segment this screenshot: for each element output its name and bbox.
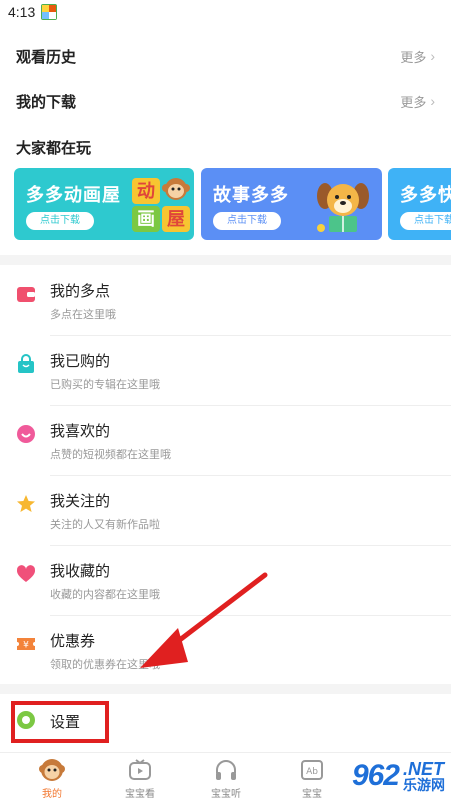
section-divider bbox=[0, 684, 451, 694]
heart-icon bbox=[16, 564, 36, 584]
shopping-bag-icon bbox=[16, 354, 36, 374]
menu-my-points[interactable]: 我的多点 多点在这里哦 bbox=[0, 266, 451, 336]
menu-subtitle: 点赞的短视频都在这里哦 bbox=[50, 449, 171, 461]
menu-subtitle: 多点在这里哦 bbox=[50, 309, 116, 321]
cartoon-tile-1: 动 bbox=[132, 178, 160, 204]
menu-subtitle: 领取的优惠券在这里哦 bbox=[50, 659, 160, 671]
tab-baby-watch[interactable]: 宝宝看 bbox=[110, 757, 170, 801]
menu-title: 我关注的 bbox=[50, 493, 111, 510]
puppy-reading-icon bbox=[311, 178, 375, 236]
status-time: 4:13 bbox=[8, 4, 36, 20]
svg-text:¥: ¥ bbox=[23, 641, 29, 651]
menu-purchased[interactable]: 我已购的 已购买的专辑在这里哦 bbox=[0, 336, 451, 406]
menu-title: 我的多点 bbox=[50, 283, 111, 300]
menu-title: 我已购的 bbox=[50, 353, 111, 370]
menu-coupons[interactable]: ¥ 优惠券 领取的优惠券在这里哦 bbox=[0, 616, 451, 686]
history-more-label: 更多 bbox=[400, 49, 427, 65]
menu-liked[interactable]: 我喜欢的 点赞的短视频都在这里哦 bbox=[0, 406, 451, 476]
downloads-row[interactable]: 我的下载 更多 › bbox=[0, 79, 451, 123]
menu-favorites[interactable]: 我收藏的 收藏的内容都在这里哦 bbox=[0, 546, 451, 616]
tab-baby-learn[interactable]: Ab 宝宝 bbox=[282, 757, 342, 801]
site-watermark: 962 .NET 乐游网 bbox=[352, 752, 445, 800]
downloads-more-link[interactable]: 更多 › bbox=[400, 92, 435, 111]
smile-icon bbox=[16, 424, 36, 444]
everyone-plays-title: 大家都在玩 bbox=[16, 139, 92, 157]
everyone-plays-row: 大家都在玩 bbox=[0, 125, 451, 169]
banner-download-button[interactable]: 点击下载 bbox=[26, 212, 94, 230]
menu-subtitle: 关注的人又有新作品啦 bbox=[50, 519, 160, 531]
watermark-right: .NET 乐游网 bbox=[403, 760, 445, 792]
monkey-icon bbox=[39, 757, 65, 783]
star-icon bbox=[16, 494, 36, 514]
app-banner-carousel[interactable]: 多多动画屋 点击下载 动 画 屋 故事多多 点击下载 多多快 点击下载 bbox=[14, 168, 451, 240]
annotation-highlight-box bbox=[11, 701, 109, 743]
chevron-right-icon: › bbox=[430, 48, 435, 64]
menu-title: 我喜欢的 bbox=[50, 423, 111, 440]
menu-subtitle: 收藏的内容都在这里哦 bbox=[50, 589, 160, 601]
svg-text:Ab: Ab bbox=[306, 767, 318, 777]
watermark-net: .NET bbox=[403, 759, 445, 779]
wallet-icon bbox=[16, 284, 36, 304]
downloads-more-label: 更多 bbox=[400, 94, 427, 110]
tab-label: 宝宝 bbox=[302, 789, 322, 800]
banner-title: 多多动画屋 bbox=[26, 185, 121, 205]
watermark-number: 962 bbox=[351, 759, 400, 792]
cartoon-tile-2: 画 bbox=[132, 206, 160, 232]
tab-baby-listen[interactable]: 宝宝听 bbox=[196, 757, 256, 801]
chevron-right-icon: › bbox=[430, 93, 435, 109]
coupon-icon: ¥ bbox=[16, 634, 36, 654]
menu-subtitle: 已购买的专辑在这里哦 bbox=[50, 379, 160, 391]
monkey-mascot-icon bbox=[162, 176, 190, 202]
banner-duoduo-cartoon[interactable]: 多多动画屋 点击下载 动 画 屋 bbox=[14, 168, 194, 240]
banner-duoduo-more[interactable]: 多多快 点击下载 bbox=[388, 168, 451, 240]
banner-download-button[interactable]: 点击下载 bbox=[400, 212, 451, 230]
tab-mine[interactable]: 我的 bbox=[22, 757, 82, 801]
tab-label: 宝宝看 bbox=[125, 789, 155, 800]
abc-icon: Ab bbox=[299, 757, 325, 783]
banner-title: 多多快 bbox=[400, 185, 451, 205]
tv-icon bbox=[127, 757, 153, 783]
banner-title: 故事多多 bbox=[213, 185, 289, 205]
tab-label: 我的 bbox=[42, 789, 62, 800]
cartoon-tile-3: 屋 bbox=[162, 206, 190, 232]
history-more-link[interactable]: 更多 › bbox=[400, 47, 435, 66]
status-bar: 4:13 bbox=[0, 0, 451, 24]
history-title: 观看历史 bbox=[16, 48, 77, 66]
headphones-icon bbox=[213, 757, 239, 783]
section-divider bbox=[0, 255, 451, 265]
menu-title: 优惠券 bbox=[50, 633, 96, 650]
menu-following[interactable]: 我关注的 关注的人又有新作品啦 bbox=[0, 476, 451, 546]
downloads-title: 我的下载 bbox=[16, 93, 77, 111]
app-notification-icon bbox=[41, 4, 58, 20]
banner-download-button[interactable]: 点击下载 bbox=[213, 212, 281, 230]
history-row[interactable]: 观看历史 更多 › bbox=[0, 34, 451, 78]
banner-story-duoduo[interactable]: 故事多多 点击下载 bbox=[201, 168, 382, 240]
settings-row[interactable]: 设置 bbox=[0, 696, 451, 746]
tab-label: 宝宝听 bbox=[211, 789, 241, 800]
watermark-cn: 乐游网 bbox=[403, 777, 445, 793]
menu-title: 我收藏的 bbox=[50, 563, 111, 580]
